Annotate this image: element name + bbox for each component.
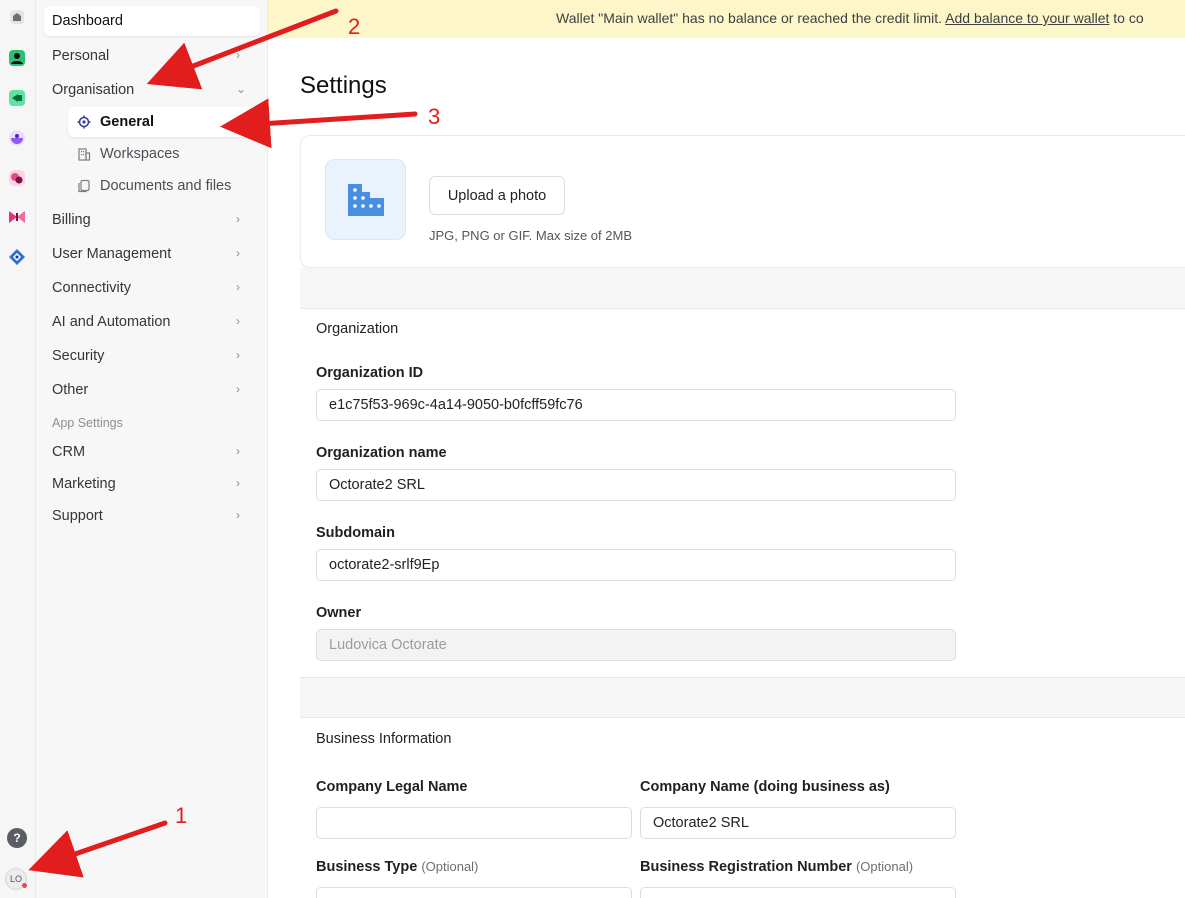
sidebar-subitem-documents[interactable]: Documents and files [68, 171, 260, 201]
sidebar-item-label: Personal [52, 48, 110, 64]
organization-id-field[interactable]: e1c75f53-969c-4a14-9050-b0fcff59fc76 [316, 389, 956, 421]
section-divider [300, 268, 1185, 309]
business-registration-label-text: Business Registration Number [640, 859, 852, 875]
page-title: Settings [300, 72, 387, 99]
wallet-warning-banner: Wallet "Main wallet" has no balance or r… [268, 0, 1185, 38]
business-registration-label: Business Registration Number (Optional) [640, 859, 913, 875]
sidebar-item-user-management[interactable]: User Management › [44, 239, 260, 269]
business-type-select[interactable] [316, 887, 632, 898]
pink-app-icon[interactable] [6, 167, 28, 189]
user-app-icon[interactable] [6, 47, 28, 69]
sidebar-item-organisation[interactable]: Organisation ⌄ [44, 75, 260, 105]
app-settings-heading: App Settings [52, 416, 123, 430]
company-legal-name-field[interactable] [316, 807, 632, 839]
company-dba-label: Company Name (doing business as) [640, 779, 890, 795]
sidebar-item-support[interactable]: Support › [44, 501, 260, 531]
chevron-right-icon: › [236, 48, 240, 62]
help-icon[interactable]: ? [7, 828, 27, 848]
sidebar-item-ai-automation[interactable]: AI and Automation › [44, 307, 260, 337]
building-icon [76, 146, 92, 162]
sidebar-subitem-label: Workspaces [100, 146, 180, 162]
settings-sidebar: Dashboard Personal › Organisation ⌄ Gene… [36, 0, 268, 898]
owner-label: Owner [316, 605, 362, 621]
business-section-title: Business Information [316, 731, 452, 747]
chevron-right-icon: › [236, 508, 240, 522]
sidebar-subitem-label: Documents and files [100, 178, 232, 194]
annotation-arrow-3 [220, 98, 418, 149]
sidebar-item-crm[interactable]: CRM › [44, 437, 260, 467]
sidebar-item-label: Security [52, 348, 105, 364]
home-icon[interactable] [6, 6, 28, 28]
avatar[interactable]: LO [5, 868, 27, 890]
chevron-right-icon: › [236, 314, 240, 328]
business-type-label: Business Type (Optional) [316, 859, 478, 875]
sidebar-item-label: Organisation [52, 82, 135, 98]
chevron-down-icon: ⌄ [236, 82, 247, 96]
sidebar-item-label: Other [52, 382, 89, 398]
company-dba-field[interactable]: Octorate2 SRL [640, 807, 956, 839]
photo-upload-card: Upload a photo JPG, PNG or GIF. Max size… [300, 135, 1185, 268]
sidebar-item-dashboard[interactable]: Dashboard [44, 6, 260, 36]
subdomain-field[interactable]: octorate2-srlf9Ep [316, 549, 956, 581]
annotation-label-3: 3 [428, 104, 440, 129]
sidebar-item-label: Connectivity [52, 280, 131, 296]
video-app-icon[interactable] [6, 87, 28, 109]
building-logo-icon [347, 183, 384, 216]
chevron-right-icon: › [236, 246, 240, 260]
sidebar-item-label: Support [52, 508, 103, 524]
app-rail: ? LO [0, 0, 36, 898]
sidebar-subitem-workspaces[interactable]: Workspaces [68, 139, 260, 169]
banner-text: Wallet "Main wallet" has no balance or r… [556, 10, 943, 26]
subdomain-label: Subdomain [316, 525, 395, 541]
sidebar-item-other[interactable]: Other › [44, 375, 260, 405]
sidebar-item-connectivity[interactable]: Connectivity › [44, 273, 260, 303]
organization-name-label: Organization name [316, 445, 447, 461]
butterfly-app-icon[interactable] [6, 206, 28, 228]
company-legal-name-label: Company Legal Name [316, 779, 468, 795]
sidebar-item-label: User Management [52, 246, 172, 262]
owner-field: Ludovica Octorate [316, 629, 956, 661]
chevron-right-icon: › [236, 212, 240, 226]
sidebar-item-label: Marketing [52, 476, 116, 492]
sidebar-item-marketing[interactable]: Marketing › [44, 469, 260, 499]
business-type-label-text: Business Type [316, 859, 418, 875]
avatar-initials: LO [9, 874, 22, 884]
sidebar-item-billing[interactable]: Billing › [44, 205, 260, 235]
sidebar-item-label: CRM [52, 444, 86, 460]
purple-app-icon[interactable] [6, 127, 28, 149]
banner-tail: to co [1113, 10, 1144, 26]
sidebar-item-label: AI and Automation [52, 314, 171, 330]
documents-icon [76, 178, 92, 194]
organization-logo-placeholder[interactable] [325, 159, 406, 240]
sidebar-item-security[interactable]: Security › [44, 341, 260, 371]
upload-hint: JPG, PNG or GIF. Max size of 2MB [429, 228, 632, 243]
gear-icon [76, 114, 92, 130]
business-registration-field[interactable] [640, 887, 956, 898]
sidebar-subitem-general[interactable]: General [68, 107, 260, 137]
chevron-right-icon: › [236, 476, 240, 490]
notification-dot [22, 883, 27, 888]
chevron-right-icon: › [236, 348, 240, 362]
section-divider [300, 677, 1185, 718]
chevron-right-icon: › [236, 382, 240, 396]
sidebar-item-label: Billing [52, 212, 91, 228]
organization-id-label: Organization ID [316, 365, 424, 381]
add-balance-link[interactable]: Add balance to your wallet [945, 10, 1109, 26]
optional-hint: (Optional) [855, 859, 914, 874]
sidebar-item-personal[interactable]: Personal › [44, 41, 260, 71]
blue-app-icon[interactable] [6, 246, 28, 268]
upload-photo-button[interactable]: Upload a photo [429, 176, 565, 215]
organization-section-title: Organization [316, 321, 399, 337]
sidebar-item-label: Dashboard [52, 13, 123, 29]
organization-name-field[interactable]: Octorate2 SRL [316, 469, 956, 501]
chevron-right-icon: › [236, 444, 240, 458]
optional-hint: (Optional) [421, 859, 479, 874]
chevron-right-icon: › [236, 280, 240, 294]
sidebar-subitem-label: General [100, 114, 154, 130]
